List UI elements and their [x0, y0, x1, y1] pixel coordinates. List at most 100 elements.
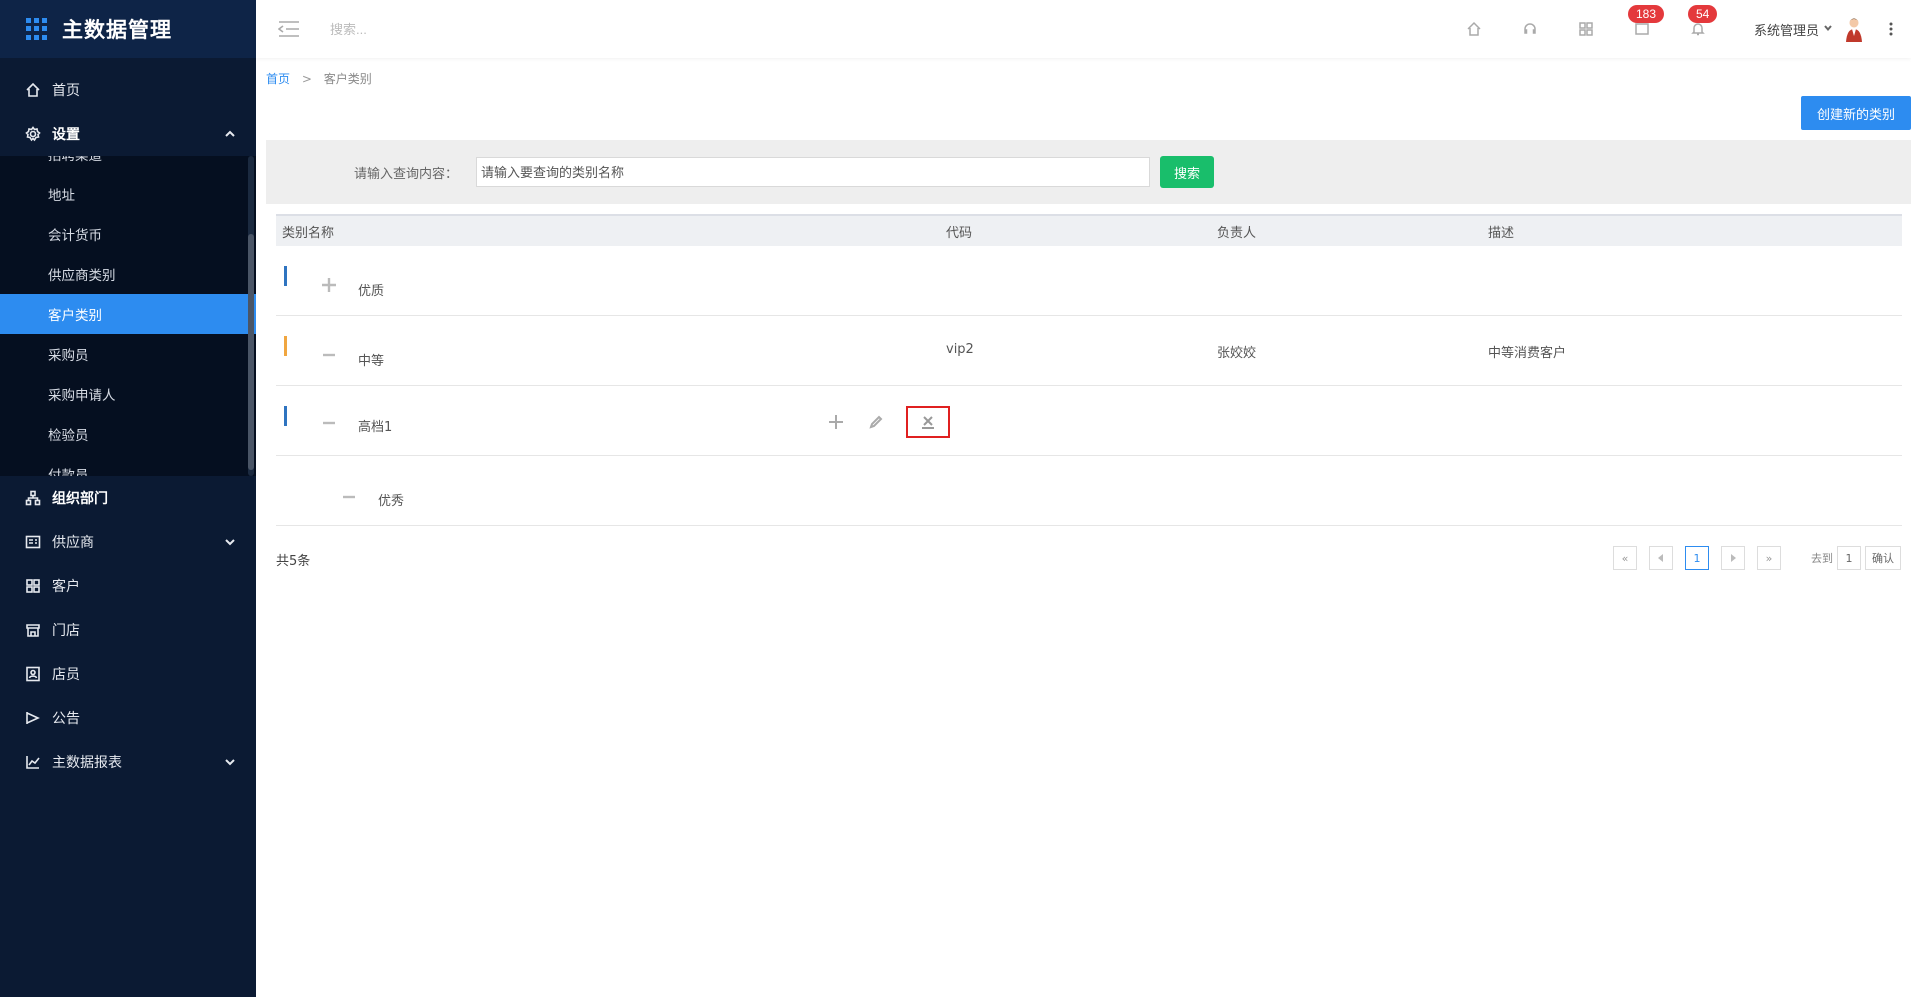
- apps-grid-icon[interactable]: [1576, 19, 1596, 39]
- delete-x-icon[interactable]: [906, 406, 950, 438]
- sidebar-item-store[interactable]: 门店: [0, 608, 256, 652]
- create-category-button[interactable]: 创建新的类别: [1801, 96, 1911, 130]
- sidebar-subitem-recruit-channel[interactable]: 招聘渠道: [0, 156, 256, 174]
- row-category-name: 高档1: [358, 420, 393, 435]
- column-header-description: 描述: [1488, 225, 1515, 241]
- user-menu[interactable]: 系统管理员: [1754, 16, 1865, 42]
- breadcrumb-separator: >: [301, 72, 312, 86]
- sidebar-item-label: 门店: [52, 623, 80, 639]
- chevron-down-icon: [224, 756, 236, 768]
- column-header-name: 类别名称: [282, 225, 335, 241]
- next-page-icon[interactable]: [1721, 546, 1745, 570]
- sidebar-subitem-buyer[interactable]: 采购员: [0, 334, 256, 374]
- row-level-indicator: [284, 266, 287, 286]
- sidebar-subitem-inspector[interactable]: 检验员: [0, 414, 256, 454]
- mail-badge: 183: [1627, 5, 1665, 23]
- app-title: 主数据管理: [62, 18, 172, 42]
- mail-icon[interactable]: 183: [1627, 5, 1665, 39]
- more-vertical-icon[interactable]: [1881, 19, 1901, 39]
- avatar: [1846, 18, 1862, 42]
- breadcrumb-home-link[interactable]: 首页: [266, 72, 290, 86]
- customer-icon: [24, 577, 42, 595]
- row-level-indicator: [284, 336, 287, 356]
- sidebar-subitem-requester[interactable]: 采购申请人: [0, 374, 256, 414]
- sidebar-item-announce[interactable]: 公告: [0, 696, 256, 740]
- sidebar-item-customer[interactable]: 客户: [0, 564, 256, 608]
- main-content: 首页 > 客户类别 创建新的类别 请输入查询内容： 搜索 类别名称 代码 负责人…: [256, 58, 1911, 997]
- sidebar-subitem-currency[interactable]: 会计货币: [0, 214, 256, 254]
- category-search-input[interactable]: [476, 157, 1150, 187]
- search-button[interactable]: 搜索: [1160, 156, 1214, 188]
- total-count: 共5条: [276, 554, 311, 569]
- row-code: vip2: [946, 342, 974, 357]
- home-icon: [24, 81, 42, 99]
- add-child-plus-icon[interactable]: [816, 406, 856, 438]
- sidebar-item-clerk[interactable]: 店员: [0, 652, 256, 696]
- home-icon[interactable]: [1464, 19, 1484, 39]
- header-search-input[interactable]: [330, 21, 590, 37]
- announce-icon: [24, 709, 42, 727]
- expand-plus-icon[interactable]: [320, 276, 338, 294]
- app-grid-icon: [26, 18, 48, 40]
- settings-submenu: 招聘渠道 地址 会计货币 供应商类别 客户类别 采购员 采购申请人 检验员 付款…: [0, 156, 256, 476]
- row-owner: 张姣姣: [1217, 346, 1257, 361]
- menu-collapse-icon[interactable]: [277, 20, 300, 38]
- brand: 主数据管理: [0, 0, 256, 58]
- filter-label: 请输入查询内容：: [354, 166, 459, 182]
- sidebar-nav-bottom: 组织部门 供应商 客户 门店 店员 公告 主数据报表: [0, 476, 256, 784]
- supplier-icon: [24, 533, 42, 551]
- sidebar-item-label: 供应商: [52, 535, 94, 551]
- row-category-name: 优秀: [378, 494, 405, 509]
- search-filter-bar: 请输入查询内容： 搜索: [266, 140, 1911, 204]
- sidebar-subitem-supplier-category[interactable]: 供应商类别: [0, 254, 256, 294]
- sidebar-item-org[interactable]: 组织部门: [0, 476, 256, 520]
- goto-label: 去到: [1811, 552, 1833, 565]
- store-icon: [24, 621, 42, 639]
- headset-icon[interactable]: [1520, 19, 1540, 39]
- breadcrumb-current: 客户类别: [323, 72, 372, 86]
- goto-page-input[interactable]: 1: [1837, 546, 1861, 570]
- sidebar-item-settings[interactable]: 设置: [0, 112, 256, 156]
- table-row[interactable]: 中等 vip2 张姣姣 中等消费客户: [276, 316, 1902, 386]
- last-page-button[interactable]: »: [1757, 546, 1781, 570]
- chevron-up-icon: [224, 128, 236, 140]
- header-right: 183 54 系统管理员: [1446, 0, 1911, 58]
- submenu-scrollbar-thumb[interactable]: [248, 234, 254, 470]
- row-level-indicator: [284, 406, 287, 426]
- category-table: 类别名称 代码 负责人 描述 优质 中等 vip2 张姣姣 中等消费客户 高档1…: [276, 214, 1902, 526]
- sidebar-item-label: 店员: [52, 667, 80, 683]
- prev-page-icon[interactable]: [1649, 546, 1673, 570]
- chevron-down-icon: [1819, 22, 1833, 37]
- sidebar-subitem-payer[interactable]: 付款员: [0, 454, 256, 476]
- page-number-current[interactable]: 1: [1685, 546, 1709, 570]
- collapse-minus-icon[interactable]: [320, 414, 338, 432]
- column-header-owner: 负责人: [1217, 225, 1257, 241]
- org-icon: [24, 489, 42, 507]
- collapse-minus-icon[interactable]: [340, 488, 358, 506]
- pagination: « 1 » 去到 1 确认: [1601, 546, 1901, 570]
- clerk-icon: [24, 665, 42, 683]
- first-page-button[interactable]: «: [1613, 546, 1637, 570]
- sidebar-item-label: 设置: [52, 127, 80, 143]
- sidebar-item-report[interactable]: 主数据报表: [0, 740, 256, 784]
- gear-icon: [24, 125, 42, 143]
- sidebar-item-label: 主数据报表: [52, 755, 122, 771]
- sidebar-item-label: 客户: [52, 579, 80, 595]
- collapse-minus-icon[interactable]: [320, 346, 338, 364]
- goto-confirm-button[interactable]: 确认: [1865, 546, 1901, 570]
- row-category-name: 中等: [358, 354, 385, 369]
- sidebar-item-label: 公告: [52, 711, 80, 727]
- sidebar-subitem-customer-category[interactable]: 客户类别: [0, 294, 256, 334]
- bell-badge: 54: [1687, 5, 1718, 23]
- bell-icon[interactable]: 54: [1687, 5, 1718, 39]
- sidebar-item-home[interactable]: 首页: [0, 68, 256, 112]
- sidebar-item-supplier[interactable]: 供应商: [0, 520, 256, 564]
- table-row[interactable]: 高档1: [276, 386, 1902, 456]
- sidebar-subitem-address[interactable]: 地址: [0, 174, 256, 214]
- table-row[interactable]: 优秀: [276, 456, 1902, 526]
- table-header: 类别名称 代码 负责人 描述: [276, 214, 1902, 246]
- edit-pencil-icon[interactable]: [856, 406, 896, 438]
- sidebar-item-label: 首页: [52, 83, 80, 99]
- table-row[interactable]: 优质: [276, 246, 1902, 316]
- sidebar: 主数据管理 首页 设置 招聘渠道 地址 会计货币 供应商类别 客户类别 采购员: [0, 0, 256, 997]
